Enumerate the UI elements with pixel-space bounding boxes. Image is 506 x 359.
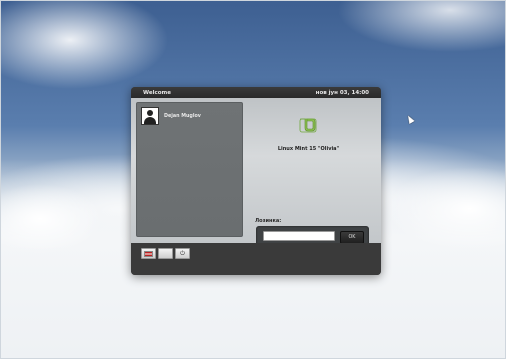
flag-icon (144, 250, 153, 257)
user-list[interactable]: Dejan Muglov (136, 102, 243, 237)
power-button[interactable]: ⏻ (175, 248, 190, 259)
mouse-cursor-icon (405, 114, 415, 124)
power-icon: ⏻ (180, 249, 185, 257)
bottom-toolbar: ⏻ (131, 243, 381, 275)
user-name: Dejan Muglov (164, 113, 201, 119)
password-input[interactable] (263, 231, 335, 241)
dialog-body: Dejan Muglov Linux Mint 15 "Olivia" Лози… (131, 98, 381, 247)
language-button[interactable] (141, 248, 156, 259)
clock: нов јун 03, 14:00 (315, 89, 369, 96)
window-title: Welcome (143, 89, 171, 96)
avatar-icon (141, 107, 159, 125)
os-name: Linux Mint 15 "Olivia" (277, 146, 340, 152)
title-bar: Welcome нов јун 03, 14:00 (131, 87, 381, 98)
session-button[interactable] (158, 248, 173, 259)
linux-mint-logo-icon (299, 118, 317, 133)
user-item[interactable]: Dejan Muglov (141, 107, 201, 125)
login-dialog: Welcome нов јун 03, 14:00 Dejan Muglov L… (131, 87, 381, 275)
password-label: Лозинка: (255, 218, 282, 224)
